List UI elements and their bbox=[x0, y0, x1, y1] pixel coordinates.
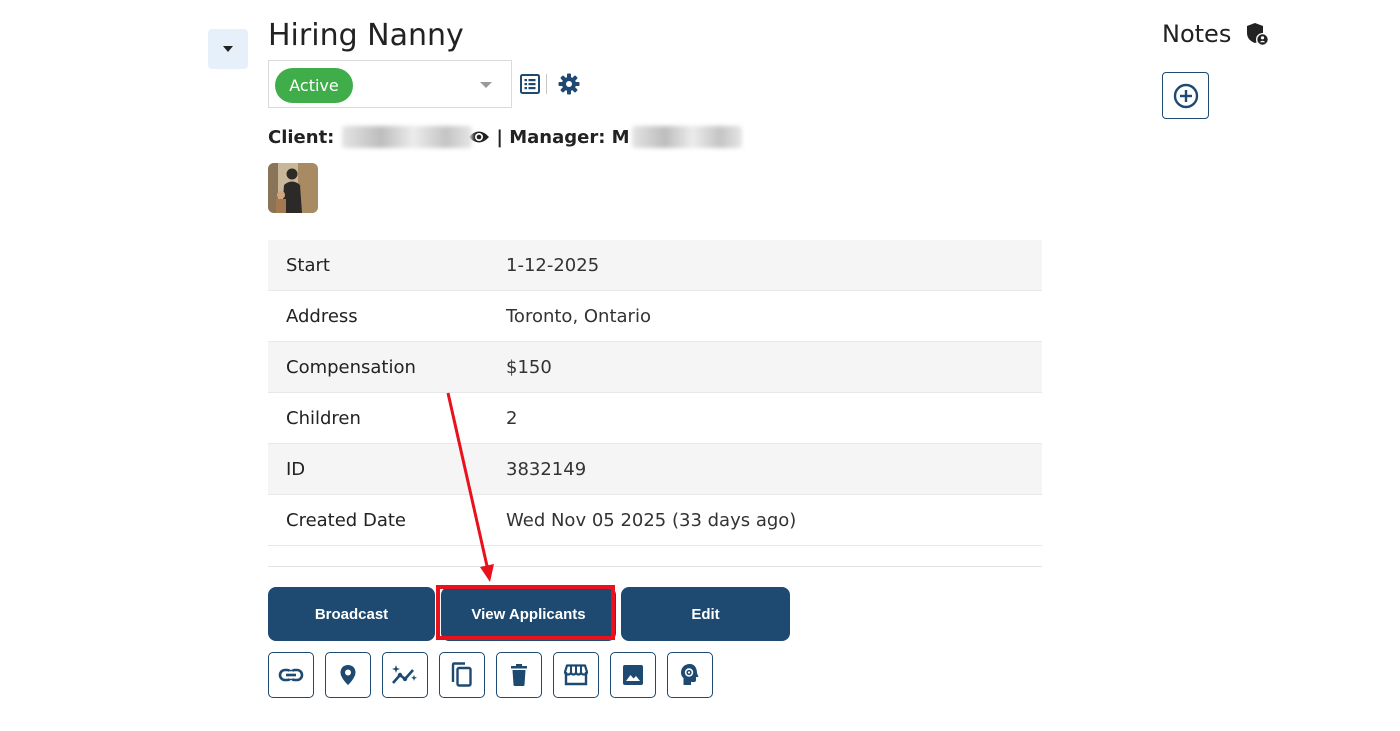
details-label: Compensation bbox=[268, 341, 488, 393]
status-badge: Active bbox=[275, 68, 353, 103]
manager-name-redacted bbox=[631, 126, 742, 148]
copy-icon bbox=[451, 662, 472, 687]
details-label: Children bbox=[268, 392, 488, 444]
details-row: Start 1-12-2025 bbox=[268, 240, 1042, 291]
job-details-table: Start 1-12-2025 Address Toronto, Ontario Com… bbox=[268, 240, 1042, 546]
chevron-down-icon bbox=[480, 82, 492, 88]
ai-settings-button[interactable] bbox=[667, 652, 713, 698]
client-manager-line: Client: | Manager: M bbox=[268, 126, 742, 148]
analytics-button[interactable] bbox=[382, 652, 428, 698]
brain-gear-icon bbox=[681, 664, 699, 685]
details-value: 1-12-2025 bbox=[488, 240, 1042, 291]
list-view-icon[interactable] bbox=[519, 73, 541, 95]
trash-icon bbox=[511, 664, 527, 686]
job-photo-thumbnail[interactable] bbox=[268, 163, 318, 213]
details-value: 3832149 bbox=[488, 443, 1042, 495]
map-pin-icon bbox=[340, 665, 356, 685]
copy-link-button[interactable] bbox=[268, 652, 314, 698]
divider bbox=[546, 74, 547, 94]
details-value: 2 bbox=[488, 392, 1042, 444]
details-value: Toronto, Ontario bbox=[488, 290, 1042, 342]
gear-icon[interactable] bbox=[557, 72, 581, 96]
private-shield-icon bbox=[1247, 23, 1269, 46]
images-button[interactable] bbox=[610, 652, 656, 698]
plus-circle-icon bbox=[1173, 83, 1198, 108]
details-value: Wed Nov 05 2025 (33 days ago) bbox=[488, 494, 1042, 546]
details-label: ID bbox=[268, 443, 488, 495]
status-select[interactable]: Active bbox=[268, 60, 512, 108]
broadcast-button[interactable]: Broadcast bbox=[268, 587, 435, 641]
view-applicants-button[interactable]: View Applicants bbox=[441, 587, 616, 641]
details-label: Created Date bbox=[268, 494, 488, 546]
manager-label: | Manager: M bbox=[496, 126, 630, 148]
divider bbox=[268, 566, 1042, 567]
details-row: ID 3832149 bbox=[268, 443, 1042, 495]
details-row: Compensation $150 bbox=[268, 341, 1042, 393]
page-title: Hiring Nanny bbox=[268, 18, 464, 53]
storefront-icon bbox=[563, 664, 589, 686]
details-label: Address bbox=[268, 290, 488, 342]
caret-down-icon bbox=[223, 46, 233, 52]
details-label: Start bbox=[268, 240, 488, 291]
edit-button[interactable]: Edit bbox=[621, 587, 790, 641]
duplicate-button[interactable] bbox=[439, 652, 485, 698]
delete-button[interactable] bbox=[496, 652, 542, 698]
analytics-sparkle-icon bbox=[392, 665, 417, 684]
notes-title: Notes bbox=[1162, 20, 1232, 48]
client-label: Client: bbox=[268, 126, 335, 148]
details-row: Children 2 bbox=[268, 392, 1042, 444]
location-button[interactable] bbox=[325, 652, 371, 698]
collapse-toggle-button[interactable] bbox=[208, 29, 248, 69]
marketplace-button[interactable] bbox=[553, 652, 599, 698]
details-row: Address Toronto, Ontario bbox=[268, 290, 1042, 342]
link-icon bbox=[278, 668, 304, 682]
details-value: $150 bbox=[488, 341, 1042, 393]
add-note-button[interactable] bbox=[1162, 72, 1209, 119]
client-name-redacted bbox=[342, 126, 473, 148]
image-icon bbox=[623, 665, 643, 685]
details-row: Created Date Wed Nov 05 2025 (33 days ago… bbox=[268, 494, 1042, 546]
